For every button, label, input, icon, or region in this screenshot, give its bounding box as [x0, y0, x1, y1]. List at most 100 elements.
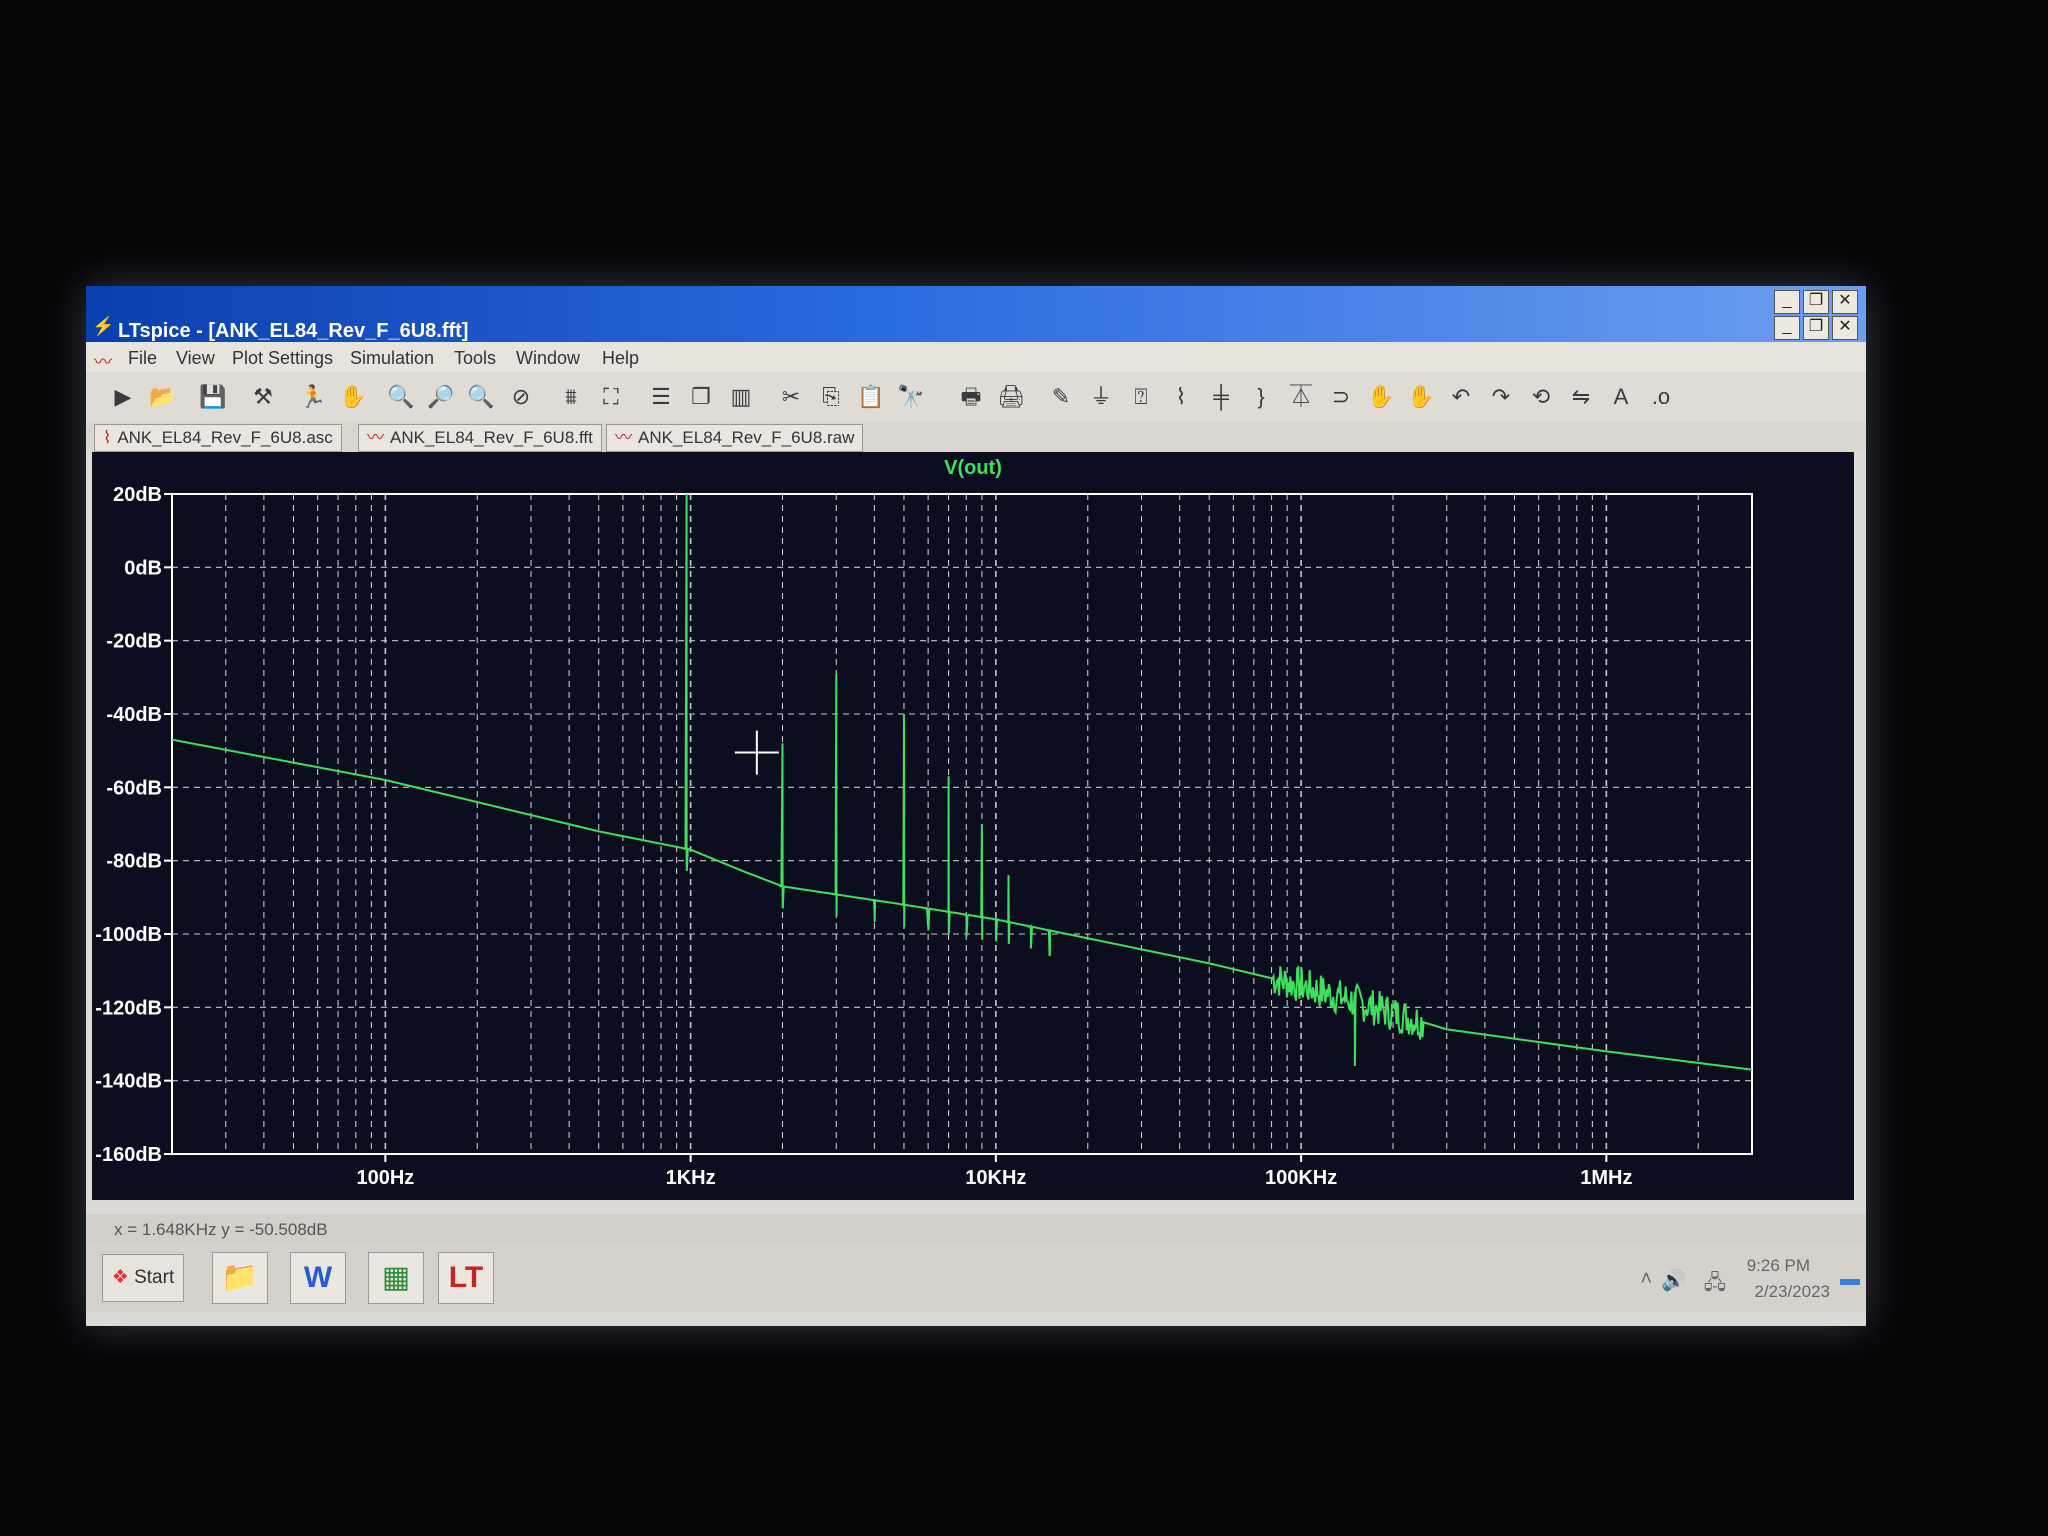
run-man-icon[interactable]: 🏃: [298, 382, 328, 412]
copy-icon[interactable]: ⎘: [816, 382, 846, 412]
tile-vertical-icon[interactable]: ▥: [726, 382, 756, 412]
diode-icon[interactable]: ⏄: [1286, 382, 1316, 412]
start-button[interactable]: ❖ Start: [102, 1254, 184, 1302]
menu-bar: 〰 File View Plot Settings Simulation Too…: [86, 342, 1866, 372]
redo-icon[interactable]: ↷: [1486, 382, 1516, 412]
restore-button[interactable]: ❐: [1803, 290, 1829, 314]
component-icon[interactable]: ⊃: [1326, 382, 1356, 412]
inductor-icon[interactable]: }: [1246, 382, 1276, 412]
menu-simulation[interactable]: Simulation: [350, 348, 434, 369]
tile-horizontal-icon[interactable]: ☰: [646, 382, 676, 412]
clock-time[interactable]: 9:26 PM: [1747, 1256, 1810, 1276]
y-tick-label: -120dB: [95, 997, 162, 1019]
spice-directive-icon[interactable]: .o: [1646, 382, 1676, 412]
rotate-icon[interactable]: ⟲: [1526, 382, 1556, 412]
zoom-in-icon[interactable]: 🔍: [386, 382, 416, 412]
word-icon[interactable]: W: [290, 1252, 346, 1304]
zoom-out-icon[interactable]: 🔍: [466, 382, 496, 412]
taskbar: ❖ Start 📁 W ▦ LT ˄ 🔊 🖧 9:26 PM 2/23/2023…: [86, 1244, 1866, 1312]
y-axis-ticks: 20dB 0dB -20dB -40dB -60dB -80dB -100dB -120dB -…: [95, 484, 172, 1166]
x-tick-label: 100KHz: [1265, 1167, 1337, 1189]
network-error-icon[interactable]: 🖧: [1704, 1268, 1726, 1302]
x-tick-label: 10KHz: [965, 1167, 1026, 1189]
autorange-icon[interactable]: ⩩: [556, 382, 586, 412]
doc-minimize-button[interactable]: _: [1774, 316, 1800, 340]
find-icon[interactable]: 🔭: [896, 382, 926, 412]
folder-icon[interactable]: 📁: [212, 1252, 268, 1304]
cut-icon[interactable]: ✂: [776, 382, 806, 412]
inner-window-controls: _ ❐ ✕: [1774, 316, 1858, 340]
x-tick-label: 1KHz: [666, 1167, 716, 1189]
resistor-icon[interactable]: ⌇: [1166, 382, 1196, 412]
close-button[interactable]: ✕: [1832, 290, 1858, 314]
title-bar: ⚡ LTspice - [ANK_EL84_Rev_F_6U8.fft] _ ❐…: [86, 286, 1866, 342]
x-axis-ticks: 100Hz 1KHz 10KHz 100KHz 1MHz: [356, 1154, 1632, 1189]
print-setup-icon[interactable]: 🖨: [996, 382, 1026, 412]
tab-raw[interactable]: 〰 ANK_EL84_Rev_F_6U8.raw: [606, 424, 864, 452]
waveform-icon: 〰: [615, 428, 632, 447]
fft-plot[interactable]: V(out) 20dB 0dB -20dB -40dB -60dB -80dB -100dB…: [92, 452, 1854, 1200]
doc-restore-button[interactable]: ❐: [1803, 316, 1829, 340]
minimize-button[interactable]: _: [1774, 290, 1800, 314]
spreadsheet-icon[interactable]: ▦: [368, 1252, 424, 1304]
y-tick-label: -100dB: [95, 924, 162, 946]
cursor-readout: x = 1.648KHz y = -50.508dB: [114, 1220, 328, 1239]
windows-logo-icon: ❖: [111, 1267, 129, 1288]
capacitor-icon[interactable]: ╪: [1206, 382, 1236, 412]
move-icon[interactable]: ✋: [1366, 382, 1396, 412]
waveform-plot-pane[interactable]: V(out) 20dB 0dB -20dB -40dB -60dB -80dB -100dB…: [92, 452, 1854, 1200]
menu-tools[interactable]: Tools: [454, 348, 496, 369]
y-tick-label: -140dB: [95, 1071, 162, 1093]
status-bar: x = 1.648KHz y = -50.508dB: [86, 1214, 1866, 1244]
menu-file[interactable]: File: [128, 348, 157, 369]
paste-icon[interactable]: 📋: [856, 382, 886, 412]
text-icon[interactable]: A: [1606, 382, 1636, 412]
control-panel-icon[interactable]: ⚒: [248, 382, 278, 412]
clock-date[interactable]: 2/23/2023: [1754, 1282, 1830, 1302]
window-title: LTspice - [ANK_EL84_Rev_F_6U8.fft]: [118, 320, 469, 342]
open-icon[interactable]: 📂: [148, 382, 178, 412]
tray-expand-icon[interactable]: ˄: [1640, 1268, 1652, 1291]
plot-grid: [171, 493, 1753, 1155]
tab-fft[interactable]: 〰 ANK_EL84_Rev_F_6U8.fft: [358, 424, 602, 452]
screen: ⚡ LTspice - [ANK_EL84_Rev_F_6U8.fft] _ ❐…: [86, 286, 1866, 1326]
cursor-crosshair: [734, 730, 779, 775]
y-tick-label: -160dB: [95, 1144, 162, 1166]
y-tick-label: -40dB: [106, 704, 162, 726]
save-icon[interactable]: 💾: [198, 382, 228, 412]
cascade-icon[interactable]: ❐: [686, 382, 716, 412]
menu-window[interactable]: Window: [516, 348, 580, 369]
volume-icon[interactable]: 🔊: [1661, 1268, 1686, 1293]
x-tick-label: 1MHz: [1580, 1167, 1632, 1189]
y-tick-label: -60dB: [106, 777, 162, 799]
x-tick-label: 100Hz: [356, 1167, 414, 1189]
run-icon[interactable]: ▶: [108, 382, 138, 412]
ltspice-logo-icon: ⚡: [92, 316, 115, 336]
menu-view[interactable]: View: [176, 348, 215, 369]
show-desktop-icon[interactable]: ▬: [1840, 1268, 1860, 1291]
draw-wire-icon[interactable]: ✎: [1046, 382, 1076, 412]
waveform-doc-icon: 〰: [94, 352, 112, 372]
trace-title[interactable]: V(out): [944, 457, 1002, 479]
ltspice-icon[interactable]: LT: [438, 1252, 494, 1304]
print-icon[interactable]: 🖶: [956, 382, 986, 412]
zoom-cancel-icon[interactable]: ⊘: [506, 382, 536, 412]
label-icon[interactable]: ⍰: [1126, 382, 1156, 412]
y-tick-label: 20dB: [113, 484, 162, 506]
mirror-icon[interactable]: ⇋: [1566, 382, 1596, 412]
ground-icon[interactable]: ⏚: [1086, 382, 1116, 412]
pan-hand-icon[interactable]: ✋: [338, 382, 368, 412]
undo-icon[interactable]: ↶: [1446, 382, 1476, 412]
doc-close-button[interactable]: ✕: [1832, 316, 1858, 340]
tab-schematic[interactable]: ⌇ ANK_EL84_Rev_F_6U8.asc: [94, 424, 342, 452]
zoom-area-icon[interactable]: 🔎: [426, 382, 456, 412]
y-tick-label: 0dB: [124, 557, 162, 579]
outer-window-controls: _ ❐ ✕: [1774, 290, 1858, 314]
full-view-icon[interactable]: ⛶: [596, 382, 626, 412]
menu-plot-settings[interactable]: Plot Settings: [232, 348, 333, 369]
drag-icon[interactable]: ✋: [1406, 382, 1436, 412]
tab-bar: ⌇ ANK_EL84_Rev_F_6U8.asc 〰 ANK_EL84_Rev_F_…: [86, 422, 1866, 452]
menu-help[interactable]: Help: [602, 348, 639, 369]
schematic-icon: ⌇: [103, 428, 112, 447]
y-tick-label: -80dB: [106, 851, 162, 873]
